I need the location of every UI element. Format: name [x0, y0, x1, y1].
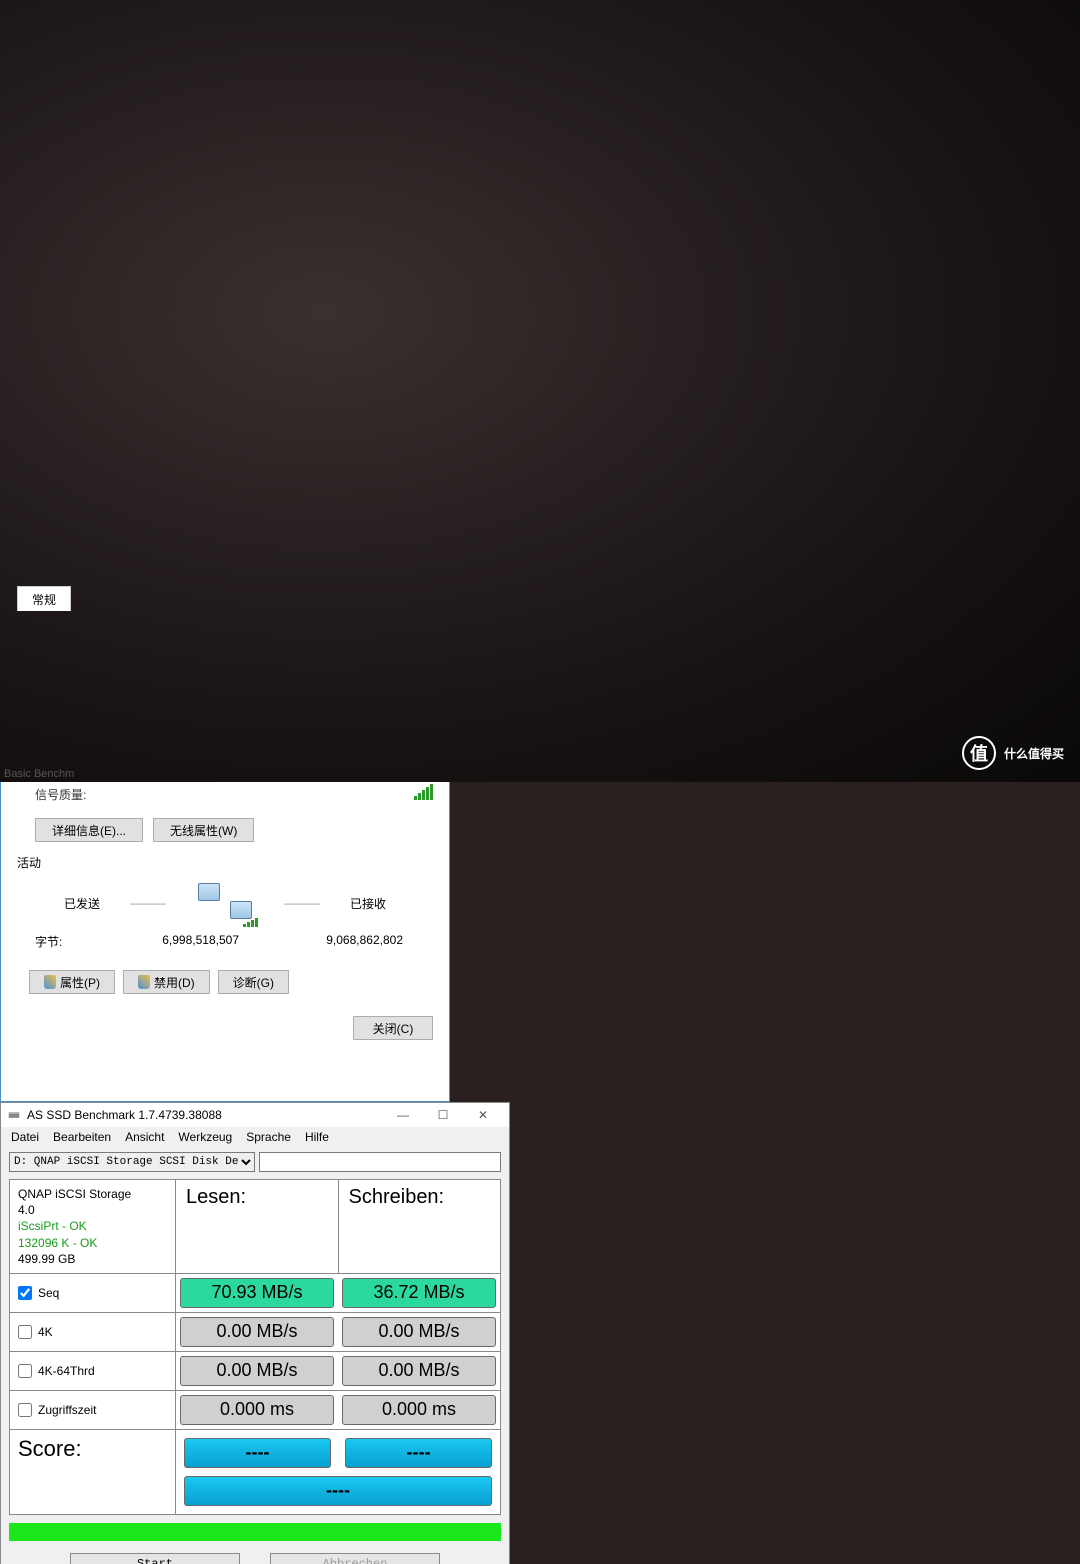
acc-checkbox[interactable] [18, 1403, 32, 1417]
score-read: ---- [184, 1438, 331, 1468]
score-label: Score: [10, 1430, 176, 1514]
sent-label: 已发送 [64, 895, 100, 912]
4k-write: 0.00 MB/s [342, 1317, 496, 1347]
smzdm-watermark: 值 什么值得买 [962, 736, 1064, 770]
asssd-titlebar[interactable]: AS SSD Benchmark 1.7.4739.38088 — ☐ ✕ [1, 1103, 509, 1127]
seq-checkbox[interactable] [18, 1286, 32, 1300]
acc-write: 0.000 ms [342, 1395, 496, 1425]
bytes-label: 字节: [35, 933, 105, 950]
4k64-read: 0.00 MB/s [180, 1356, 334, 1386]
4k64-checkbox[interactable] [18, 1364, 32, 1378]
asssd-drive-info: QNAP iSCSI Storage 4.0 iScsiPrt - OK 132… [10, 1180, 176, 1273]
bytes-sent: 6,998,518,507 [105, 933, 269, 950]
asssd-text-input[interactable] [259, 1152, 501, 1172]
disable-button[interactable]: 禁用(D) [123, 970, 210, 994]
wlan-tab-general[interactable]: 常规 [17, 586, 71, 611]
acc-label: Zugriffszeit [38, 1403, 96, 1417]
bytes-recv: 9,068,862,802 [269, 933, 433, 950]
menu-hilfe[interactable]: Hilfe [305, 1130, 329, 1146]
wireless-props-button[interactable]: 无线属性(W) [153, 818, 254, 842]
menu-sprache[interactable]: Sprache [246, 1130, 291, 1146]
header-schreiben: Schreiben: [339, 1180, 501, 1273]
properties-button[interactable]: 属性(P) [29, 970, 115, 994]
asssd-progressbar [9, 1523, 501, 1541]
maximize-button[interactable]: ☐ [423, 1104, 463, 1126]
menu-bearbeiten[interactable]: Bearbeiten [53, 1130, 111, 1146]
close-button[interactable]: ✕ [463, 1104, 503, 1126]
seq-label: Seq [38, 1286, 59, 1300]
acc-read: 0.000 ms [180, 1395, 334, 1425]
smzdm-badge-icon: 值 [962, 736, 996, 770]
close-dialog-button[interactable]: 关闭(C) [353, 1016, 433, 1040]
asssd-drive-select[interactable]: D: QNAP iSCSI Storage SCSI Disk Devi [9, 1152, 255, 1172]
menu-werkzeug[interactable]: Werkzeug [178, 1130, 232, 1146]
score-write: ---- [345, 1438, 492, 1468]
shield-icon [138, 975, 150, 989]
signal-bars-icon [414, 786, 433, 800]
header-lesen: Lesen: [176, 1180, 339, 1273]
asssd-results-grid: QNAP iSCSI Storage 4.0 iScsiPrt - OK 132… [9, 1179, 501, 1515]
4k-read: 0.00 MB/s [180, 1317, 334, 1347]
details-button[interactable]: 详细信息(E)... [35, 818, 143, 842]
asssd-title-text: AS SSD Benchmark 1.7.4739.38088 [27, 1108, 222, 1122]
recv-label: 已接收 [350, 895, 386, 912]
signal-label: 信号质量: [35, 786, 86, 803]
asssd-window: AS SSD Benchmark 1.7.4739.38088 — ☐ ✕ Da… [0, 1102, 510, 1564]
4k-checkbox[interactable] [18, 1325, 32, 1339]
4k-label: 4K [38, 1325, 53, 1339]
ssd-icon [7, 1108, 21, 1122]
minimize-button[interactable]: — [383, 1104, 423, 1126]
txbench-statusbar: Basic Benchm [4, 768, 74, 780]
asssd-menubar: Datei Bearbeiten Ansicht Werkzeug Sprach… [1, 1127, 509, 1149]
diagnose-button[interactable]: 诊断(G) [218, 970, 289, 994]
smzdm-text: 什么值得买 [1004, 745, 1064, 762]
4k64-label: 4K-64Thrd [38, 1364, 95, 1378]
menu-datei[interactable]: Datei [11, 1130, 39, 1146]
start-button[interactable]: Start [70, 1553, 240, 1564]
seq-write: 36.72 MB/s [342, 1278, 496, 1308]
wlan-activity-heading: 活动 [17, 854, 433, 871]
score-total: ---- [184, 1476, 492, 1506]
network-activity-icon [196, 881, 254, 925]
seq-read: 70.93 MB/s [180, 1278, 334, 1308]
menu-ansicht[interactable]: Ansicht [125, 1130, 164, 1146]
shield-icon [44, 975, 56, 989]
4k64-write: 0.00 MB/s [342, 1356, 496, 1386]
abort-button[interactable]: Abbrechen [270, 1553, 440, 1564]
